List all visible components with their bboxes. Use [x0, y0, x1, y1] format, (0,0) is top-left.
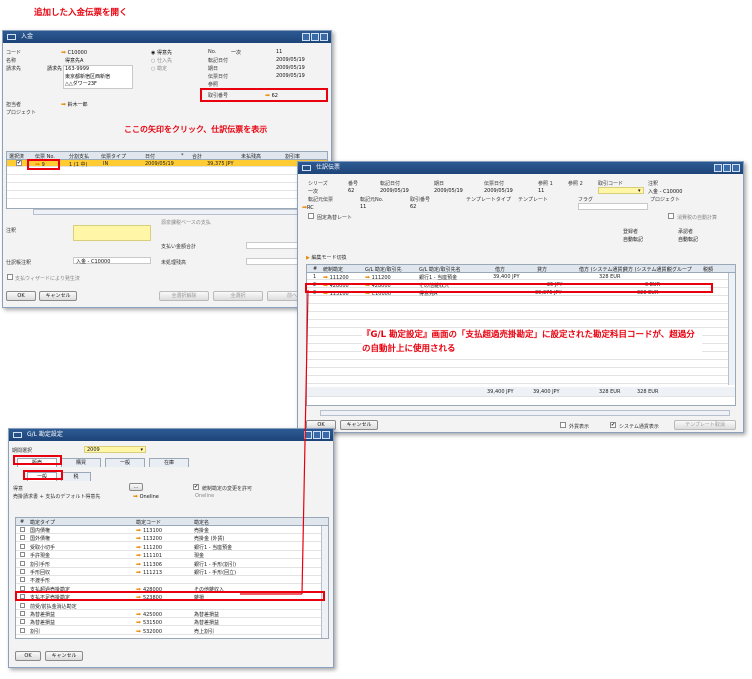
connector-line [240, 289, 309, 595]
